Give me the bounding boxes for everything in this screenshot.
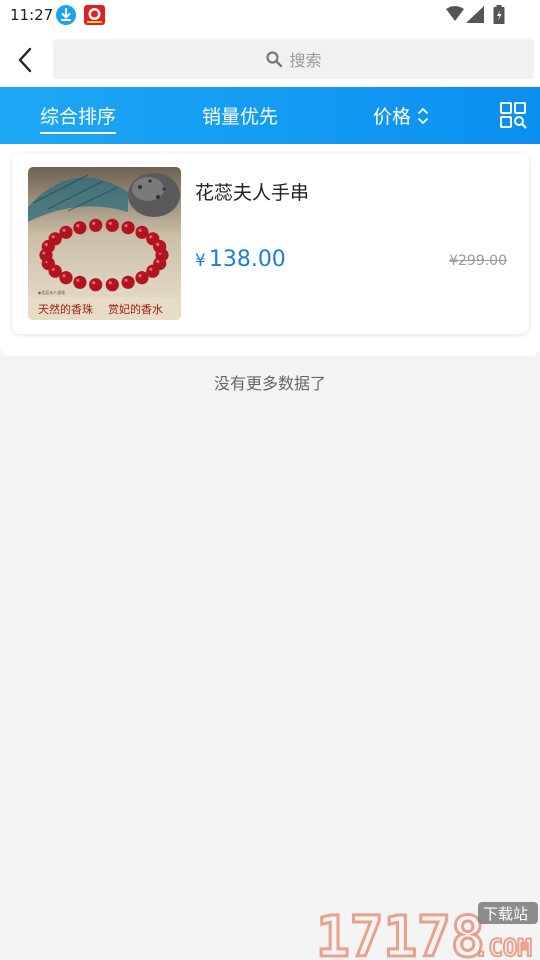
bead [89,278,103,292]
site-watermark-logo: 17178 下载站 .COM [315,898,540,960]
search-input[interactable]: 搜索 [53,39,534,79]
image-caption-left: 天然的香珠 [38,302,93,316]
tab-comprehensive-sort[interactable]: 综合排序 [40,87,117,144]
search-placeholder: 搜索 [289,51,322,70]
bead-highlight [108,221,112,225]
bead [73,275,87,289]
sort-tab-bar: 综合排序 销量优先 价格 [0,87,540,144]
grid-view-toggle[interactable] [499,101,527,129]
back-arrow-icon [18,47,32,73]
bead [89,218,103,232]
bead-highlight [124,224,128,228]
bead [153,239,167,254]
tab-sales-first[interactable]: 销量优先 [202,87,278,144]
status-bar: 11:27 [0,0,540,30]
download-notification-icon [56,5,76,25]
product-image[interactable]: ◆花蕊夫人香珠 天然的香珠 赏妃的香水 [28,167,181,320]
battery-icon [493,5,505,24]
bead-highlight [62,228,66,232]
signal-icon [466,6,484,23]
bead-highlight [124,278,128,282]
price-value: 138.00 [208,247,286,272]
bead [59,225,73,239]
bead-highlight [76,224,80,228]
tab-sales-label: 销量优先 [202,106,279,128]
product-card[interactable]: ◆花蕊夫人香珠 天然的香珠 赏妃的香水 花蕊夫人手串 ¥138.00 ¥299.… [12,153,529,334]
wifi-icon [446,6,464,21]
bead [121,275,135,289]
image-caption-right: 赏妃的香水 [108,302,163,316]
bead [121,221,135,235]
bead [105,278,119,292]
watermark-number: 17178 [316,905,485,960]
bead-highlight [92,281,96,285]
product-list: ◆花蕊夫人香珠 天然的香珠 赏妃的香水 花蕊夫人手串 ¥138.00 ¥299.… [0,144,540,356]
no-more-data-text: 没有更多数据了 [213,374,326,393]
svg-text:◆花蕊夫人香珠: ◆花蕊夫人香珠 [38,289,65,295]
bead-highlight [62,274,66,278]
product-name[interactable]: 花蕊夫人手串 [195,178,309,205]
watermark-domain: .COM [474,934,532,960]
price-currency: ¥ [195,251,206,271]
bead [105,218,119,232]
bead-highlight [149,267,153,271]
bead-highlight [76,278,80,282]
back-button[interactable] [10,44,42,76]
bead-highlight [108,281,112,285]
bead [135,271,149,285]
tab-price-label: 价格 [373,106,412,128]
watermark-badge: 下载站 [483,905,528,923]
bead-highlight [156,242,160,247]
search-icon [266,51,283,68]
tab-comprehensive-label: 综合排序 [40,102,117,134]
app-notification-icon [84,5,105,25]
bead-highlight [44,242,48,247]
original-price: ¥299.00 [449,253,507,269]
top-bar: 搜索 [0,30,540,87]
bead-highlight [138,228,142,232]
sort-updown-icon [418,107,428,124]
bead-highlight [51,235,55,239]
status-time: 11:27 [10,6,54,24]
grid-view-icon [500,102,527,129]
tab-price[interactable]: 价格 [373,87,430,144]
bead-highlight [149,235,153,239]
bead [73,221,87,235]
product-price: ¥138.00 [195,247,286,272]
bead-highlight [138,274,142,278]
bead-highlight [156,259,160,264]
bead-highlight [92,221,96,225]
